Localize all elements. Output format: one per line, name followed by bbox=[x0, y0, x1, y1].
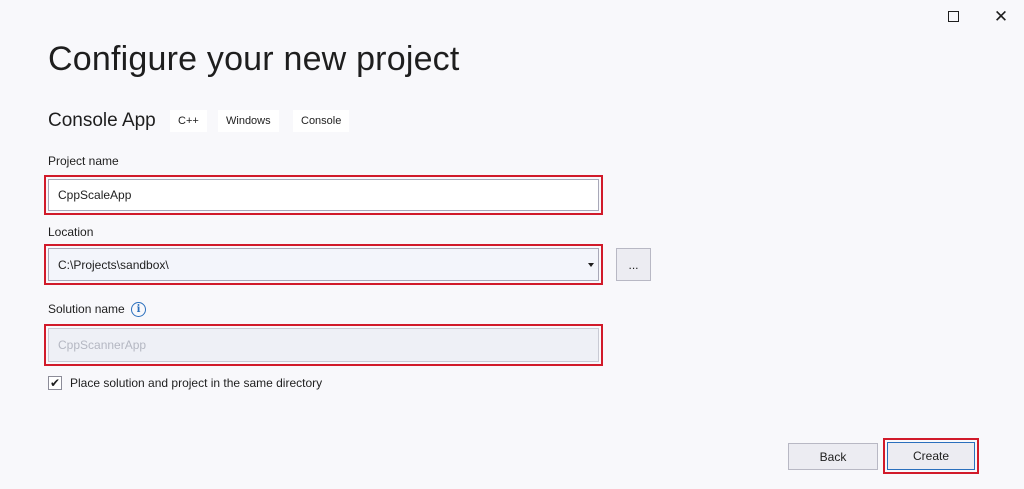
tag-cpp: C++ bbox=[170, 110, 207, 132]
tag-console: Console bbox=[293, 110, 350, 132]
create-highlight: Create bbox=[883, 438, 979, 474]
info-icon[interactable]: i bbox=[131, 302, 146, 317]
close-button[interactable]: ✕ bbox=[979, 0, 1023, 32]
location-value: C:\Projects\sandbox\ bbox=[58, 257, 169, 272]
close-icon: ✕ bbox=[993, 6, 1009, 26]
tag-windows: Windows bbox=[218, 110, 279, 132]
create-button[interactable]: Create bbox=[887, 442, 975, 470]
template-name: Console App bbox=[48, 110, 156, 131]
same-directory-label[interactable]: Place solution and project in the same d… bbox=[70, 376, 322, 390]
page-title: Configure your new project bbox=[48, 40, 460, 78]
maximize-button[interactable] bbox=[931, 0, 975, 32]
project-name-label: Project name bbox=[48, 154, 119, 168]
location-combobox[interactable]: C:\Projects\sandbox\ bbox=[48, 248, 599, 281]
location-label: Location bbox=[48, 225, 94, 239]
browse-button[interactable]: ... bbox=[616, 248, 651, 281]
solution-name-highlight: CppScannerApp bbox=[44, 324, 603, 366]
solution-name-label: Solution name bbox=[48, 302, 125, 316]
same-directory-checkbox[interactable]: ✔ bbox=[48, 376, 62, 390]
project-name-input[interactable]: CppScaleApp bbox=[48, 179, 599, 211]
solution-name-input: CppScannerApp bbox=[48, 328, 599, 362]
back-button[interactable]: Back bbox=[788, 443, 878, 470]
location-highlight: C:\Projects\sandbox\ bbox=[44, 244, 603, 285]
project-name-highlight: CppScaleApp bbox=[44, 175, 603, 215]
maximize-icon bbox=[947, 10, 959, 22]
chevron-down-icon[interactable] bbox=[588, 262, 594, 267]
